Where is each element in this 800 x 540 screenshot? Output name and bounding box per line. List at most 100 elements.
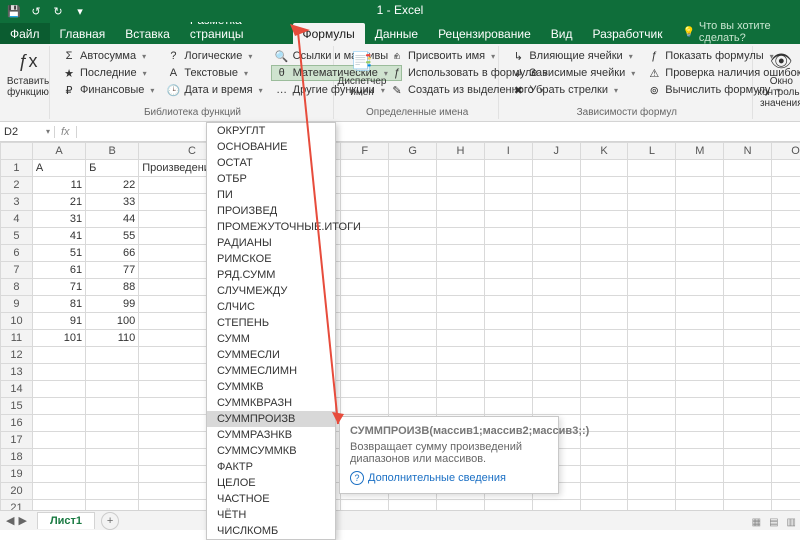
tab-formulas[interactable]: Формулы xyxy=(293,23,365,44)
cell[interactable] xyxy=(341,381,389,398)
cell[interactable] xyxy=(484,381,532,398)
cell[interactable] xyxy=(628,500,676,511)
cell[interactable] xyxy=(437,500,485,511)
cell[interactable] xyxy=(676,296,724,313)
col-header[interactable]: O xyxy=(772,143,800,160)
row-header[interactable]: 17 xyxy=(1,432,33,449)
cell[interactable] xyxy=(341,330,389,347)
cell[interactable] xyxy=(580,364,628,381)
cell[interactable] xyxy=(86,364,139,381)
cell[interactable] xyxy=(389,245,437,262)
cell[interactable] xyxy=(628,398,676,415)
save-icon[interactable]: 💾 xyxy=(6,3,22,19)
col-header[interactable]: G xyxy=(389,143,437,160)
col-header[interactable]: H xyxy=(437,143,485,160)
cell[interactable] xyxy=(86,483,139,500)
menu-item-СУММКВ[interactable]: СУММКВ xyxy=(207,379,335,395)
menu-item-СЛУЧМЕЖДУ[interactable]: СЛУЧМЕЖДУ xyxy=(207,283,335,299)
ribbon-item-автосумма[interactable]: ΣАвтосумма▾ xyxy=(58,48,158,64)
cell[interactable] xyxy=(532,228,580,245)
row-header[interactable]: 20 xyxy=(1,483,33,500)
cell[interactable] xyxy=(628,228,676,245)
cell[interactable]: А xyxy=(32,160,85,177)
cell[interactable] xyxy=(484,245,532,262)
row-header[interactable]: 10 xyxy=(1,313,33,330)
cell[interactable] xyxy=(86,347,139,364)
cell[interactable] xyxy=(484,364,532,381)
cell[interactable] xyxy=(86,449,139,466)
cell[interactable]: 101 xyxy=(32,330,85,347)
menu-item-СЛЧИС[interactable]: СЛЧИС xyxy=(207,299,335,315)
cell[interactable]: 81 xyxy=(32,296,85,313)
cell[interactable] xyxy=(389,313,437,330)
cell[interactable] xyxy=(86,500,139,511)
cell[interactable] xyxy=(772,398,800,415)
cell[interactable]: 11 xyxy=(32,177,85,194)
menu-item-ФАКТР[interactable]: ФАКТР xyxy=(207,459,335,475)
cell[interactable] xyxy=(484,330,532,347)
cell[interactable] xyxy=(341,245,389,262)
cell[interactable] xyxy=(532,500,580,511)
cell[interactable] xyxy=(389,177,437,194)
cell[interactable] xyxy=(724,432,772,449)
cell[interactable] xyxy=(341,160,389,177)
select-all-corner[interactable] xyxy=(1,143,33,160)
cell[interactable] xyxy=(437,296,485,313)
cell[interactable]: 33 xyxy=(86,194,139,211)
tab-developer[interactable]: Разработчик xyxy=(582,23,672,44)
cell[interactable] xyxy=(86,415,139,432)
col-header[interactable]: I xyxy=(484,143,532,160)
cell[interactable] xyxy=(580,296,628,313)
menu-item-ПРОИЗВЕД[interactable]: ПРОИЗВЕД xyxy=(207,203,335,219)
cell[interactable] xyxy=(772,432,800,449)
cell[interactable] xyxy=(484,194,532,211)
ribbon-item-логические[interactable]: ?Логические▾ xyxy=(162,48,266,64)
cell[interactable]: 44 xyxy=(86,211,139,228)
cell[interactable] xyxy=(437,245,485,262)
name-manager-button[interactable]: 📑 Диспетчер имен xyxy=(342,48,382,100)
fx-icon-small[interactable]: fx xyxy=(61,126,70,138)
cell[interactable] xyxy=(32,364,85,381)
cell[interactable] xyxy=(676,330,724,347)
cell[interactable] xyxy=(724,415,772,432)
cell[interactable] xyxy=(724,245,772,262)
cell[interactable] xyxy=(484,313,532,330)
cell[interactable] xyxy=(628,449,676,466)
cell[interactable] xyxy=(724,279,772,296)
row-header[interactable]: 13 xyxy=(1,364,33,381)
cell[interactable] xyxy=(676,483,724,500)
cell[interactable] xyxy=(341,347,389,364)
tell-me-input[interactable]: Что вы хотите сделать? xyxy=(682,20,800,44)
cell[interactable] xyxy=(32,466,85,483)
cell[interactable] xyxy=(86,432,139,449)
cell[interactable] xyxy=(484,279,532,296)
cell[interactable] xyxy=(628,415,676,432)
cell[interactable] xyxy=(437,347,485,364)
cell[interactable] xyxy=(772,262,800,279)
redo-icon[interactable]: ↻ xyxy=(50,3,66,19)
cell[interactable] xyxy=(772,364,800,381)
cell[interactable] xyxy=(32,398,85,415)
add-sheet-button[interactable]: + xyxy=(101,512,119,530)
cell[interactable] xyxy=(772,279,800,296)
col-header[interactable]: M xyxy=(676,143,724,160)
cell[interactable] xyxy=(628,466,676,483)
cell[interactable] xyxy=(676,398,724,415)
menu-item-ОСНОВАНИЕ[interactable]: ОСНОВАНИЕ xyxy=(207,139,335,155)
cell[interactable] xyxy=(484,228,532,245)
tab-view[interactable]: Вид xyxy=(541,23,583,44)
sheet-nav[interactable]: ◀▶ xyxy=(0,514,33,527)
menu-item-СУММРАЗНКВ[interactable]: СУММРАЗНКВ xyxy=(207,427,335,443)
row-header[interactable]: 7 xyxy=(1,262,33,279)
cell[interactable] xyxy=(676,381,724,398)
cell[interactable] xyxy=(484,262,532,279)
cell[interactable] xyxy=(772,245,800,262)
cell[interactable]: 99 xyxy=(86,296,139,313)
cell[interactable] xyxy=(724,483,772,500)
ribbon-item-убрать-стрелки[interactable]: ✖Убрать стрелки▾ xyxy=(507,82,639,98)
cell[interactable] xyxy=(580,483,628,500)
menu-item-СТЕПЕНЬ[interactable]: СТЕПЕНЬ xyxy=(207,315,335,331)
cell[interactable] xyxy=(676,279,724,296)
menu-item-ЧИСЛКОМБ[interactable]: ЧИСЛКОМБ xyxy=(207,523,335,539)
cell[interactable]: 88 xyxy=(86,279,139,296)
